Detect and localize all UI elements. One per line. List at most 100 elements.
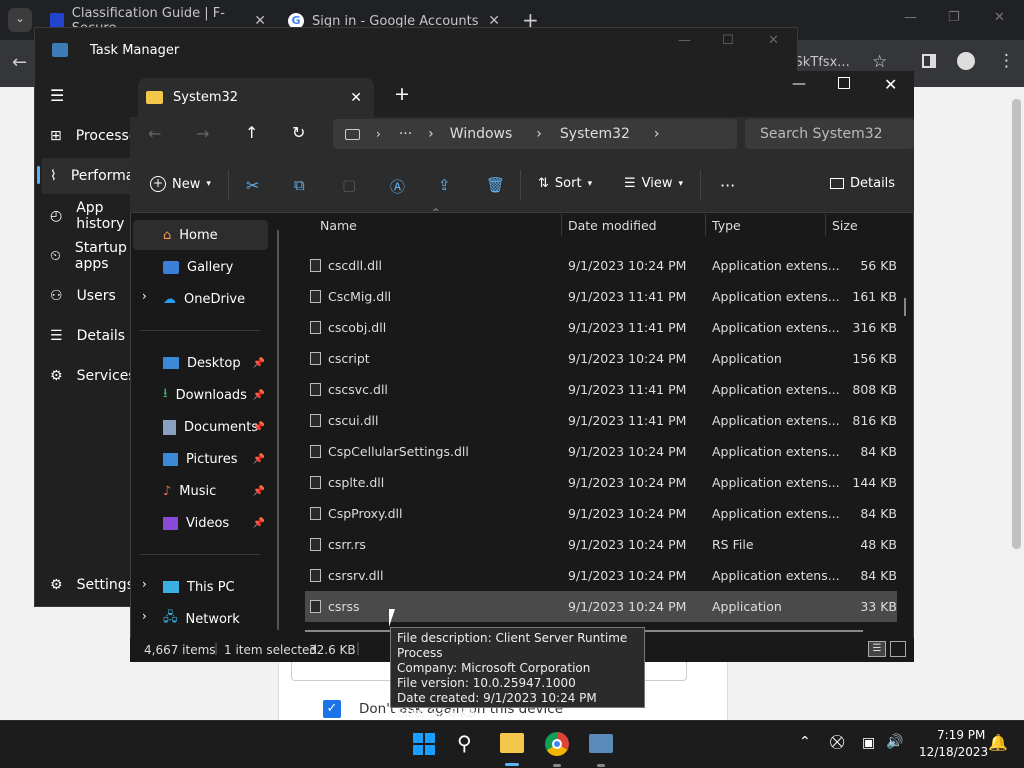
view-button[interactable]: ☰ View ▾ xyxy=(624,176,683,191)
ellipsis-icon[interactable]: ··· xyxy=(399,126,412,142)
restore-icon[interactable]: ❐ xyxy=(948,10,960,25)
minimize-icon[interactable]: — xyxy=(904,10,917,25)
search-input[interactable]: Search System32 xyxy=(745,119,914,149)
explorer-tab[interactable]: System32 ✕ xyxy=(138,78,374,117)
nav-scrollbar[interactable] xyxy=(277,230,279,630)
up-arrow-icon[interactable]: ↑ xyxy=(245,123,258,142)
column-type[interactable]: Type xyxy=(712,218,741,233)
details-view-icon[interactable]: ☰ xyxy=(868,641,886,657)
column-size[interactable]: Size xyxy=(832,218,858,233)
back-arrow-icon[interactable]: ← xyxy=(148,124,161,143)
nav-home[interactable]: ⌂ Home xyxy=(133,220,268,250)
back-icon[interactable]: ← xyxy=(12,52,27,73)
rename-icon[interactable]: Ⓐ xyxy=(390,176,405,197)
notification-bell-icon[interactable]: 🔔 xyxy=(988,733,1008,752)
tm-nav-settings[interactable]: ⚙ Settings xyxy=(42,567,142,603)
file-row[interactable]: cscui.dll 9/1/2023 11:41 PM Application ex… xyxy=(305,405,897,436)
nav-videos[interactable]: Videos 📌 xyxy=(131,508,271,538)
file-explorer-taskbar-icon[interactable] xyxy=(500,733,524,753)
new-button[interactable]: + New ▾ xyxy=(150,176,211,192)
task-manager-taskbar-icon[interactable] xyxy=(589,734,613,753)
breadcrumb-windows[interactable]: Windows xyxy=(450,126,513,142)
file-row[interactable]: CspProxy.dll 9/1/2023 10:24 PM Application… xyxy=(305,498,897,529)
pin-icon[interactable]: 📌 xyxy=(253,486,265,497)
nav-desktop[interactable]: Desktop 📌 xyxy=(131,348,271,378)
file-name: csplte.dll xyxy=(328,475,385,490)
nav-onedrive[interactable]: ☁ OneDrive xyxy=(131,284,271,314)
pin-icon[interactable]: 📌 xyxy=(253,454,265,465)
file-row[interactable]: CscMig.dll 9/1/2023 11:41 PM Application e… xyxy=(305,281,897,312)
file-row[interactable]: csplte.dll 9/1/2023 10:24 PM Application e… xyxy=(305,467,897,498)
file-row[interactable]: csrsrv.dll 9/1/2023 10:24 PM Application e… xyxy=(305,560,897,591)
more-options-icon[interactable]: ··· xyxy=(720,176,735,195)
pin-icon[interactable]: 📌 xyxy=(253,358,265,369)
nav-downloads[interactable]: ⭳ Downloads 📌 xyxy=(131,380,271,410)
sort-button[interactable]: ⇅ Sort ▾ xyxy=(538,176,592,191)
tab-search-button[interactable]: ⌄ xyxy=(8,8,32,32)
tm-minimize-icon[interactable]: — xyxy=(678,33,691,48)
details-pane-button[interactable]: Details xyxy=(830,176,895,191)
pin-icon[interactable]: 📌 xyxy=(253,518,265,529)
copy-icon[interactable]: ⧉ xyxy=(294,176,305,194)
pin-icon[interactable]: 📌 xyxy=(253,422,265,433)
paste-icon[interactable]: ▢ xyxy=(342,176,356,194)
new-tab-button[interactable]: + xyxy=(394,83,410,105)
tm-nav-details[interactable]: ☰ Details xyxy=(42,318,142,354)
file-row[interactable]: cscript 9/1/2023 10:24 PM Application 156 K… xyxy=(305,343,897,374)
chevron-up-icon[interactable]: ⌃ xyxy=(799,734,811,750)
tiles-view-icon[interactable] xyxy=(890,641,906,657)
tooltip-company: Company: Microsoft Corporation xyxy=(397,661,591,675)
nav-music[interactable]: ♪ Music 📌 xyxy=(131,476,271,506)
nav-documents[interactable]: Documents 📌 xyxy=(131,412,271,442)
page-scrollbar[interactable] xyxy=(1009,87,1024,720)
network-off-icon[interactable]: ⛒ xyxy=(830,734,844,750)
clock-time[interactable]: 7:19 PM xyxy=(937,728,985,742)
tm-nav-startup[interactable]: ⏲ Startup apps xyxy=(42,238,142,274)
explorer-maximize-icon[interactable] xyxy=(838,77,850,89)
scroll-thumb[interactable] xyxy=(1012,99,1021,549)
explorer-minimize-icon[interactable]: — xyxy=(792,76,806,92)
start-windows-icon[interactable] xyxy=(413,733,435,755)
tm-nav-users[interactable]: ⚇ Users xyxy=(42,278,142,314)
list-vscroll-thumb[interactable] xyxy=(904,298,906,316)
dont-ask-checkbox[interactable]: ✓ xyxy=(323,700,341,718)
tm-nav-processes[interactable]: ⊞ Processes xyxy=(42,118,145,154)
delete-icon[interactable]: 🗑 xyxy=(486,176,505,194)
refresh-icon[interactable]: ↻ xyxy=(292,123,305,142)
file-row[interactable]: CspCellularSettings.dll 9/1/2023 10:24 PM… xyxy=(305,436,897,467)
column-name[interactable]: Name xyxy=(320,218,357,233)
volume-icon[interactable]: 🔊 xyxy=(886,734,903,750)
column-date[interactable]: Date modified xyxy=(568,218,657,233)
share-icon[interactable]: ⇪ xyxy=(438,176,451,194)
tm-maximize-icon[interactable]: ☐ xyxy=(722,33,734,48)
nav-pictures[interactable]: Pictures 📌 xyxy=(131,444,271,474)
pin-icon[interactable]: 📌 xyxy=(253,390,265,401)
search-icon[interactable]: ⚲ xyxy=(457,731,472,755)
forward-arrow-icon[interactable]: → xyxy=(196,124,209,143)
profile-icon[interactable] xyxy=(957,52,975,70)
breadcrumb-system32[interactable]: System32 xyxy=(560,126,630,142)
menu-icon[interactable]: ⋮ xyxy=(998,51,1015,71)
close-window-icon[interactable]: ✕ xyxy=(994,10,1005,25)
close-tab-icon[interactable]: ✕ xyxy=(350,90,362,106)
explorer-close-icon[interactable]: ✕ xyxy=(884,75,897,94)
side-panel-icon[interactable] xyxy=(922,54,936,68)
address-bar[interactable]: › ··· › Windows › System32 › xyxy=(333,119,737,149)
tm-nav-performance[interactable]: ⌇ Performance xyxy=(42,158,160,194)
file-row[interactable]: cscsvc.dll 9/1/2023 11:41 PM Application e… xyxy=(305,374,897,405)
monitor-icon[interactable]: ▣ xyxy=(862,735,875,751)
clock-date[interactable]: 12/18/2023 xyxy=(919,745,988,759)
tm-close-icon[interactable]: ✕ xyxy=(768,33,779,48)
file-row[interactable]: cscobj.dll 9/1/2023 11:41 PM Application e… xyxy=(305,312,897,343)
nav-this-pc[interactable]: This PC xyxy=(131,572,271,602)
file-row[interactable]: csrr.rs 9/1/2023 10:24 PM RS File 48 KB xyxy=(305,529,897,560)
nav-network[interactable]: 🖧 Network xyxy=(131,604,271,634)
cut-icon[interactable]: ✂ xyxy=(246,176,259,195)
file-row[interactable]: cscdll.dll 9/1/2023 10:24 PM Application e… xyxy=(305,250,897,281)
chrome-taskbar-icon[interactable] xyxy=(545,732,569,756)
hamburger-icon[interactable]: ☰ xyxy=(50,86,64,105)
nav-gallery[interactable]: Gallery xyxy=(131,252,271,282)
tm-nav-app-history[interactable]: ◴ App history xyxy=(42,198,142,234)
file-type: Application extens... xyxy=(712,475,840,490)
tm-nav-services[interactable]: ⚙ Services xyxy=(42,358,142,394)
